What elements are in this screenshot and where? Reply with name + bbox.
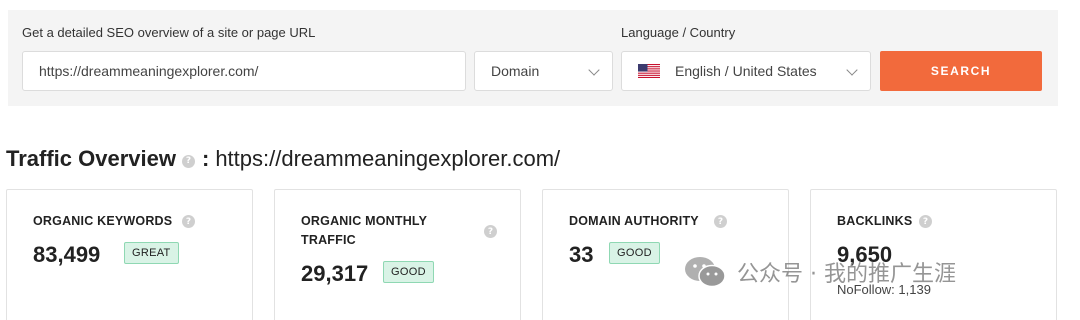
watermark: 公众号 · 我的推广生涯	[683, 255, 956, 289]
chevron-down-icon	[588, 64, 600, 76]
url-input[interactable]	[39, 63, 465, 79]
metric-label: ORGANIC KEYWORDS	[33, 214, 173, 228]
overview-url: https://dreammeaningexplorer.com/	[215, 146, 561, 171]
status-badge: GOOD	[609, 242, 660, 264]
scope-select-value: Domain	[491, 63, 540, 79]
language-select[interactable]: English / United States	[621, 51, 871, 91]
help-icon[interactable]: ?	[919, 215, 932, 228]
overview-heading: Traffic Overview ? : https://dreammeanin…	[6, 144, 560, 174]
url-field-label: Get a detailed SEO overview of a site or…	[22, 25, 316, 40]
metric-label: ORGANIC MONTHLY TRAFFIC	[301, 214, 427, 247]
metric-card-organic-traffic: ORGANIC MONTHLY TRAFFIC ? 29,317 GOOD	[274, 189, 521, 320]
metric-value: 83,499	[33, 242, 101, 267]
page-title: Traffic Overview	[6, 146, 176, 171]
metric-value: 29,317	[301, 261, 369, 286]
wechat-icon	[685, 257, 726, 288]
us-flag-icon	[638, 64, 660, 78]
search-button[interactable]: SEARCH	[880, 51, 1042, 91]
metric-value: 33	[569, 242, 594, 267]
metric-label: DOMAIN AUTHORITY	[569, 214, 699, 228]
help-icon[interactable]: ?	[484, 225, 497, 238]
metric-label: BACKLINKS	[837, 214, 913, 228]
help-icon[interactable]: ?	[182, 215, 195, 228]
status-badge: GREAT	[124, 242, 179, 264]
scope-select[interactable]: Domain	[474, 51, 613, 91]
chevron-down-icon	[846, 64, 858, 76]
metric-card-organic-keywords: ORGANIC KEYWORDS ? 83,499 GREAT	[6, 189, 253, 320]
url-input-wrapper[interactable]	[22, 51, 466, 91]
language-label: Language / Country	[621, 25, 736, 40]
status-badge: GOOD	[383, 261, 434, 283]
watermark-text: 公众号 · 我的推广生涯	[737, 262, 956, 287]
search-panel: Get a detailed SEO overview of a site or…	[8, 10, 1058, 106]
title-colon: :	[201, 146, 210, 171]
language-select-value: English / United States	[675, 63, 817, 79]
help-icon[interactable]: ?	[714, 215, 727, 228]
help-icon[interactable]: ?	[181, 154, 195, 168]
